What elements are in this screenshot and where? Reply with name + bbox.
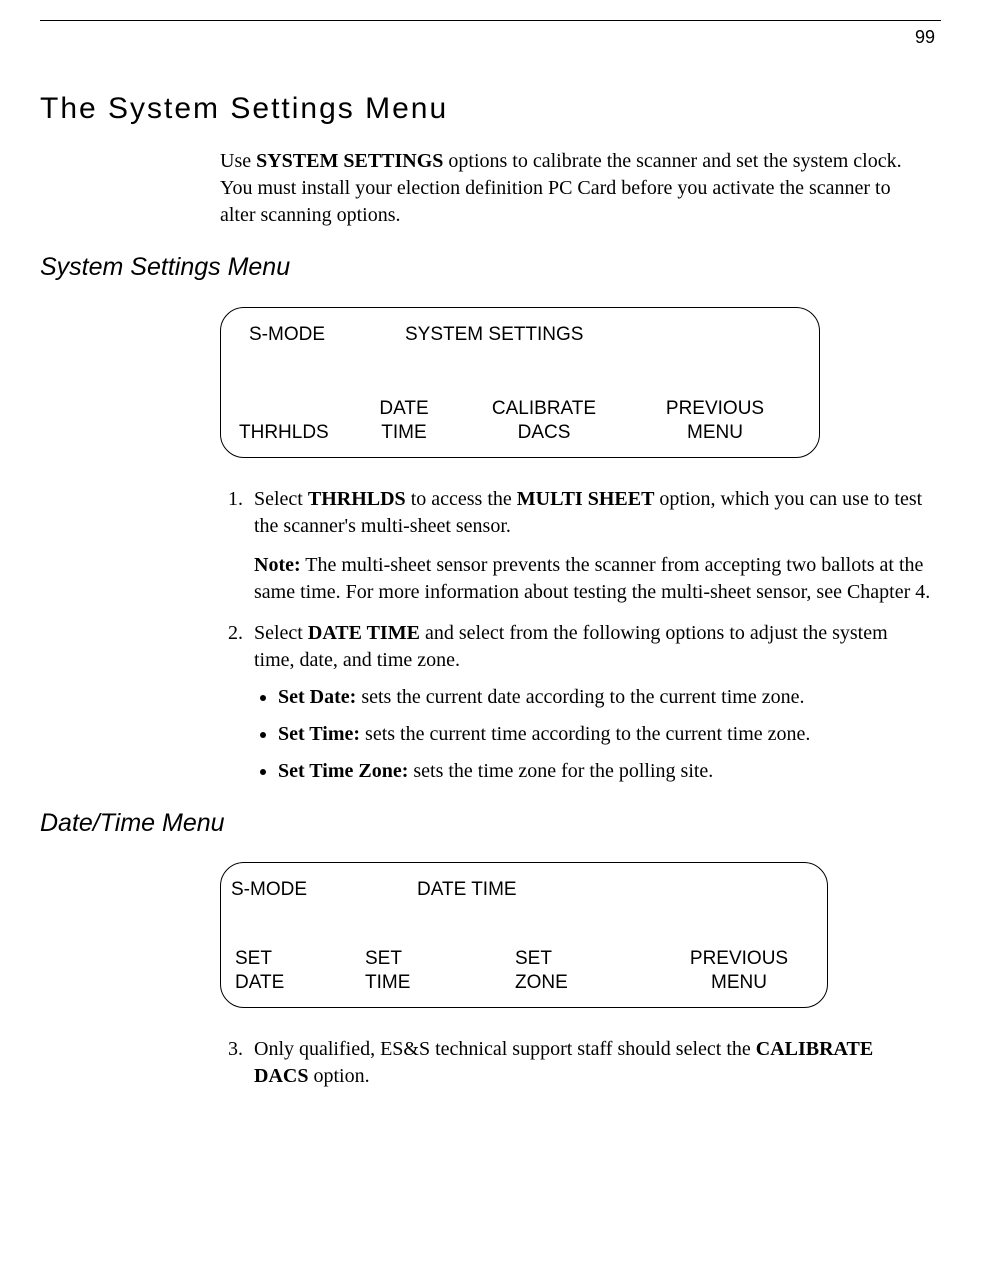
step2-b1: DATE TIME	[308, 622, 420, 644]
lcd1-c2-l1: DATE	[349, 397, 459, 421]
subsection-date-time: Date/Time Menu	[40, 807, 941, 841]
lcd2-c4-l2: MENU	[665, 971, 813, 995]
step1-pre: Select	[254, 488, 308, 510]
step2-pre: Select	[254, 622, 308, 644]
step-3: Only qualified, ES&S technical support s…	[248, 1036, 931, 1090]
b3-label: Set Time Zone:	[278, 760, 408, 782]
lcd1-c1-l2: THRHLDS	[239, 421, 349, 445]
lcd1-option-thrhlds: THRHLDS	[239, 397, 349, 445]
lcd2-c3-l1: SET	[515, 947, 665, 971]
lcd-panel-system-settings: S-MODE SYSTEM SETTINGS THRHLDS DATE TIME…	[220, 307, 820, 458]
lcd2-c1-l2: DATE	[235, 971, 365, 995]
step1-mid: to access the	[406, 488, 517, 510]
lcd1-c3-l2: DACS	[459, 421, 629, 445]
step3-pre: Only qualified, ES&S technical support s…	[254, 1038, 756, 1060]
step1-note: Note: The multi-sheet sensor prevents th…	[254, 552, 931, 606]
bullet-set-time: Set Time: sets the current time accordin…	[278, 721, 931, 748]
lcd1-c3-l1: CALIBRATE	[459, 397, 629, 421]
lcd2-c2-l2: TIME	[365, 971, 515, 995]
lcd2-option-previous-menu: PREVIOUS MENU	[665, 947, 813, 995]
step-2: Select DATE TIME and select from the fol…	[248, 620, 931, 785]
bullet-set-time-zone: Set Time Zone: sets the time zone for th…	[278, 758, 931, 785]
lcd2-c1-l1: SET	[235, 947, 365, 971]
intro-pre: Use	[220, 150, 256, 172]
lcd2-option-set-date: SET DATE	[235, 947, 365, 995]
lcd1-c2-l2: TIME	[349, 421, 459, 445]
bullet-set-date: Set Date: sets the current date accordin…	[278, 684, 931, 711]
lcd1-mode: S-MODE	[249, 322, 325, 348]
b2-label: Set Time:	[278, 723, 360, 745]
subsection-system-settings: System Settings Menu	[40, 251, 941, 285]
lcd2-title: DATE TIME	[417, 877, 813, 903]
section-title: The System Settings Menu	[40, 89, 941, 130]
lcd2-c4-l1: PREVIOUS	[665, 947, 813, 971]
lcd2-mode: S-MODE	[231, 877, 307, 903]
lcd1-option-calibrate-dacs: CALIBRATE DACS	[459, 397, 629, 445]
lcd1-c4-l2: MENU	[629, 421, 801, 445]
note-label: Note:	[254, 554, 301, 576]
b1-text: sets the current date according to the c…	[356, 686, 804, 708]
lcd1-c4-l1: PREVIOUS	[629, 397, 801, 421]
step-1: Select THRHLDS to access the MULTI SHEET…	[248, 486, 931, 606]
lcd2-c3-l2: ZONE	[515, 971, 665, 995]
lcd2-option-set-time: SET TIME	[365, 947, 515, 995]
b1-label: Set Date:	[278, 686, 356, 708]
step1-b1: THRHLDS	[308, 488, 406, 510]
lcd-panel-date-time: S-MODE DATE TIME SET DATE SET TIME SET Z…	[220, 862, 828, 1007]
lcd2-c2-l1: SET	[365, 947, 515, 971]
lcd1-option-date-time: DATE TIME	[349, 397, 459, 445]
step3-post: option.	[308, 1065, 369, 1087]
page-number: 99	[40, 21, 941, 49]
note-text: The multi-sheet sensor prevents the scan…	[254, 554, 930, 603]
lcd1-option-previous-menu: PREVIOUS MENU	[629, 397, 801, 445]
lcd1-title: SYSTEM SETTINGS	[405, 322, 801, 348]
b2-text: sets the current time according to the c…	[360, 723, 810, 745]
step1-b2: MULTI SHEET	[517, 488, 655, 510]
lcd2-option-set-zone: SET ZONE	[515, 947, 665, 995]
b3-text: sets the time zone for the polling site.	[408, 760, 713, 782]
intro-bold: SYSTEM SETTINGS	[256, 150, 443, 172]
intro-paragraph: Use SYSTEM SETTINGS options to calibrate…	[220, 148, 931, 229]
